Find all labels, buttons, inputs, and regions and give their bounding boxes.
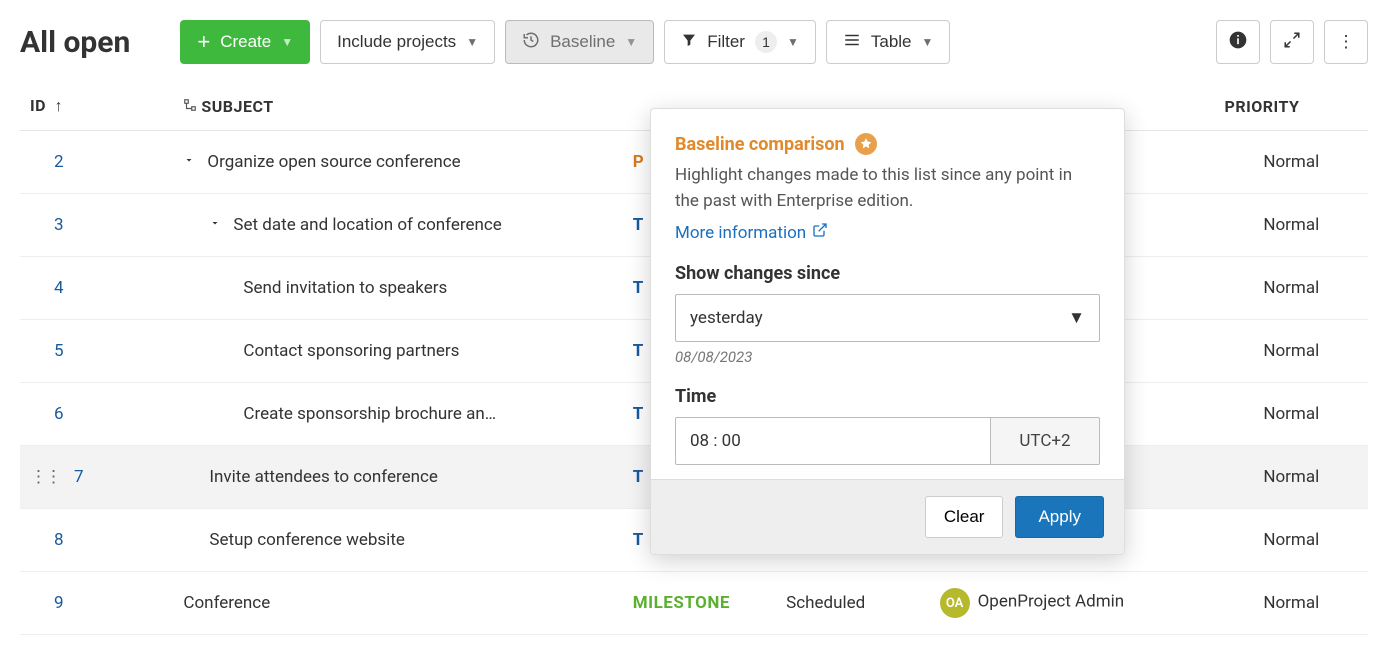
work-package-status: Scheduled: [786, 593, 865, 613]
since-date-helper: 08/08/2023: [675, 348, 1100, 366]
more-menu-button[interactable]: ⋮: [1324, 20, 1368, 64]
time-label: Time: [675, 386, 1100, 407]
work-package-type: P: [633, 152, 644, 172]
filter-button[interactable]: Filter 1 ▼: [664, 20, 816, 64]
work-package-subject[interactable]: Create sponsorship brochure an…: [243, 404, 496, 424]
work-package-priority: Normal: [1263, 341, 1319, 361]
view-mode-button[interactable]: Table ▼: [826, 20, 951, 64]
work-package-subject[interactable]: Set date and location of conference: [233, 215, 501, 235]
work-package-subject[interactable]: Send invitation to speakers: [243, 278, 447, 298]
chevron-down-icon: ▼: [787, 35, 799, 49]
enterprise-icon: [855, 133, 877, 155]
plus-icon: +: [197, 31, 210, 53]
hierarchy-icon: [183, 100, 201, 116]
drag-handle-icon[interactable]: ⋮⋮: [30, 467, 60, 487]
col-header-id[interactable]: ID ↑: [20, 82, 173, 131]
timezone-indicator: UTC+2: [990, 417, 1100, 465]
work-package-id[interactable]: 4: [54, 278, 64, 298]
more-info-label: More information: [675, 223, 806, 243]
avatar: OA: [940, 588, 970, 618]
work-package-priority: Normal: [1263, 152, 1319, 172]
baseline-comparison-panel: Baseline comparison Highlight changes ma…: [650, 108, 1125, 555]
kebab-icon: ⋮: [1338, 32, 1355, 52]
since-select-value: yesterday: [690, 308, 763, 328]
chevron-down-icon: ▼: [1068, 308, 1085, 328]
col-header-priority-label: PRIORITY: [1225, 97, 1300, 116]
filter-label: Filter: [707, 32, 745, 52]
col-header-subject-label: SUBJECT: [201, 97, 273, 116]
work-package-type: T: [633, 215, 644, 235]
table-icon: [843, 31, 861, 54]
work-package-subject[interactable]: Setup conference website: [209, 530, 404, 550]
work-package-id[interactable]: 5: [54, 341, 64, 361]
col-header-priority[interactable]: PRIORITY: [1215, 82, 1368, 131]
apply-button[interactable]: Apply: [1015, 496, 1104, 538]
include-projects-button[interactable]: Include projects ▼: [320, 20, 495, 64]
work-package-id[interactable]: 7: [74, 467, 84, 487]
chevron-down-icon: ▼: [466, 35, 478, 49]
view-mode-label: Table: [871, 32, 912, 52]
time-input[interactable]: 08 : 00: [675, 417, 990, 465]
work-package-subject[interactable]: Organize open source conference: [207, 152, 460, 172]
time-input-value: 08 : 00: [690, 431, 741, 451]
assignee-name: OpenProject Admin: [978, 592, 1125, 612]
work-package-id[interactable]: 2: [54, 152, 64, 172]
history-icon: [522, 31, 540, 54]
work-package-subject[interactable]: Contact sponsoring partners: [243, 341, 459, 361]
work-package-type: T: [633, 467, 644, 487]
baseline-button[interactable]: Baseline ▼: [505, 20, 654, 64]
chevron-down-icon: ▼: [281, 35, 293, 49]
toolbar: All open + Create ▼ Include projects ▼ B…: [20, 20, 1368, 64]
work-package-id[interactable]: 6: [54, 404, 64, 424]
panel-title: Baseline comparison: [675, 133, 1100, 155]
fullscreen-button[interactable]: [1270, 20, 1314, 64]
info-icon: [1228, 30, 1248, 55]
work-package-id[interactable]: 8: [54, 530, 64, 550]
work-package-type: MILESTONE: [633, 593, 730, 613]
work-package-type: T: [633, 530, 644, 550]
panel-description: Highlight changes made to this list sinc…: [675, 163, 1100, 214]
work-package-subject[interactable]: Conference: [183, 593, 270, 613]
clear-button[interactable]: Clear: [925, 496, 1004, 538]
work-package-type: T: [633, 278, 644, 298]
create-button[interactable]: + Create ▼: [180, 20, 310, 64]
external-link-icon: [812, 222, 828, 243]
expand-caret-icon[interactable]: [209, 217, 221, 233]
work-package-type: T: [633, 404, 644, 424]
work-package-priority: Normal: [1263, 278, 1319, 298]
work-package-priority: Normal: [1263, 530, 1319, 550]
expand-icon: [1283, 31, 1301, 54]
panel-title-text: Baseline comparison: [675, 134, 845, 155]
table-row[interactable]: 9 Conference MILESTONE Scheduled OA OpenProje…: [20, 572, 1368, 635]
info-button[interactable]: [1216, 20, 1260, 64]
since-label: Show changes since: [675, 263, 1100, 284]
page-title: All open: [20, 25, 130, 60]
work-package-subject[interactable]: Invite attendees to conference: [209, 467, 438, 487]
more-info-link[interactable]: More information: [675, 222, 828, 243]
since-select[interactable]: yesterday ▼: [675, 294, 1100, 342]
sort-asc-icon: ↑: [55, 96, 64, 115]
create-label: Create: [220, 32, 271, 52]
work-package-id[interactable]: 9: [54, 593, 64, 613]
filter-icon: [681, 32, 697, 53]
col-header-subject[interactable]: SUBJECT: [173, 82, 622, 131]
work-package-type: T: [633, 341, 644, 361]
chevron-down-icon: ▼: [625, 35, 637, 49]
filter-count-badge: 1: [755, 31, 777, 53]
work-package-priority: Normal: [1263, 404, 1319, 424]
baseline-label: Baseline: [550, 32, 615, 52]
work-package-priority: Normal: [1263, 215, 1319, 235]
work-package-priority: Normal: [1263, 593, 1319, 613]
chevron-down-icon: ▼: [922, 35, 934, 49]
expand-caret-icon[interactable]: [183, 154, 195, 170]
work-package-id[interactable]: 3: [54, 215, 64, 235]
col-header-id-label: ID: [30, 96, 46, 115]
include-projects-label: Include projects: [337, 32, 456, 52]
work-package-priority: Normal: [1263, 467, 1319, 487]
